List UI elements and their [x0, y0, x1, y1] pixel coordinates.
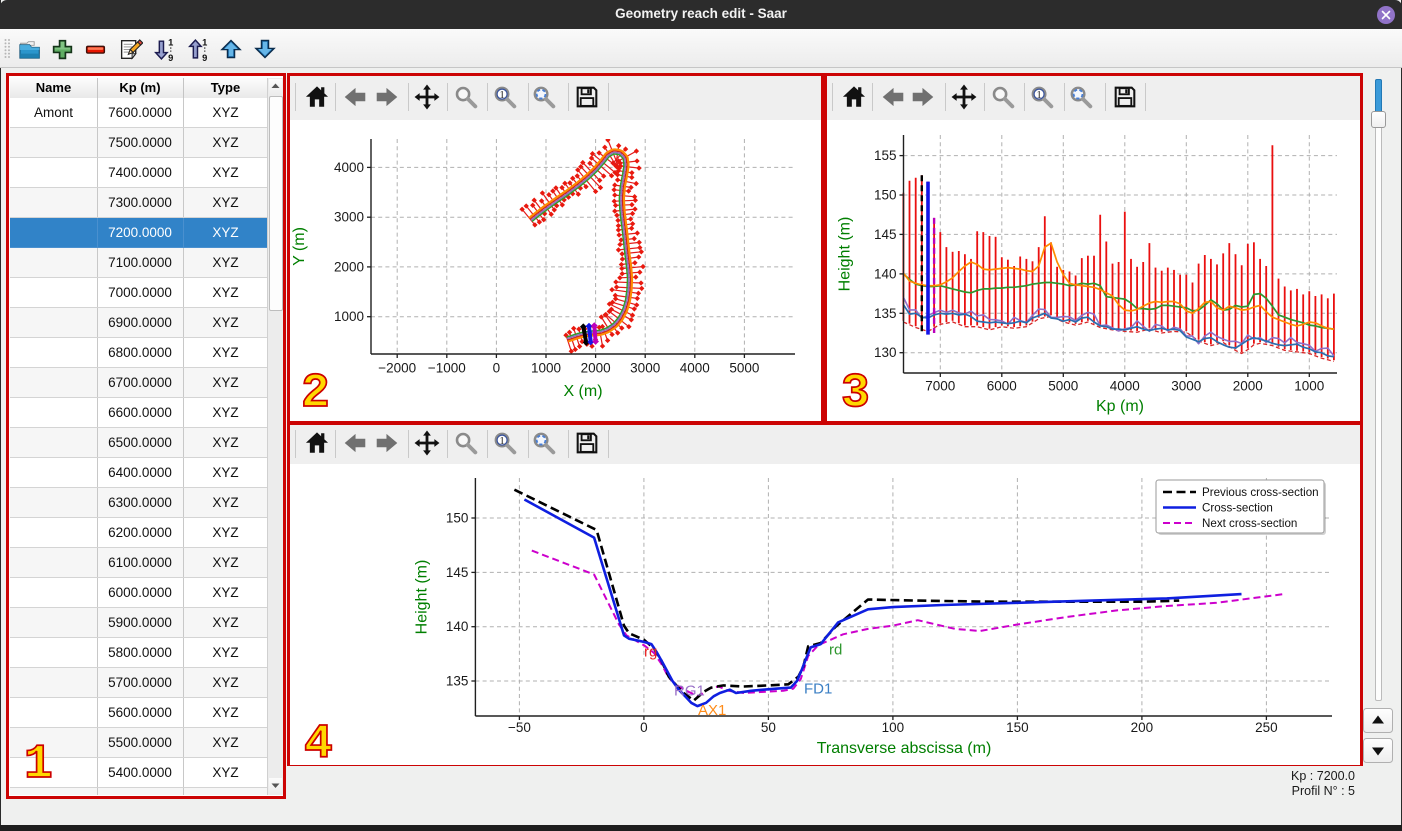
svg-text:6000: 6000	[987, 379, 1017, 394]
svg-text:5000: 5000	[729, 361, 759, 376]
svg-text:1: 1	[499, 435, 504, 447]
svg-text:2000: 2000	[334, 259, 364, 274]
svg-text:RG1: RG1	[674, 683, 705, 700]
svg-text:−2000: −2000	[378, 361, 416, 376]
svg-text:250: 250	[1255, 720, 1278, 735]
svg-text:0: 0	[493, 361, 501, 376]
svg-text:Cross-section: Cross-section	[1202, 502, 1273, 515]
svg-text:Height (m): Height (m)	[413, 560, 430, 635]
svg-text:9: 9	[168, 53, 173, 62]
svg-text:5000: 5000	[1048, 379, 1078, 394]
svg-text:200: 200	[1131, 720, 1154, 735]
svg-text:140: 140	[874, 266, 897, 281]
svg-text:1: 1	[168, 37, 173, 47]
svg-text:FD1: FD1	[804, 681, 832, 698]
svg-text:135: 135	[874, 306, 897, 321]
svg-text:4000: 4000	[680, 361, 710, 376]
svg-text:150: 150	[446, 511, 469, 526]
svg-text:4000: 4000	[334, 160, 364, 175]
svg-text:3: 3	[841, 367, 870, 421]
svg-text:4: 4	[304, 718, 333, 765]
svg-text:9: 9	[202, 53, 207, 62]
svg-text:100: 100	[882, 720, 905, 735]
svg-text:1: 1	[202, 37, 207, 47]
svg-text:Transverse abscissa (m): Transverse abscissa (m)	[817, 740, 992, 757]
svg-text:Next cross-section: Next cross-section	[1202, 517, 1297, 530]
svg-text:2: 2	[301, 367, 330, 421]
svg-text:0: 0	[640, 720, 648, 735]
svg-text:rd: rd	[829, 642, 842, 659]
svg-text:1: 1	[1036, 89, 1041, 101]
svg-text:130: 130	[874, 345, 897, 360]
svg-text:−50: −50	[508, 720, 531, 735]
svg-text:rg: rg	[644, 644, 657, 661]
svg-text:145: 145	[446, 565, 469, 580]
svg-text:X (m): X (m)	[563, 383, 602, 400]
svg-text:135: 135	[446, 674, 469, 689]
svg-text:145: 145	[874, 227, 897, 242]
svg-text:Y (m): Y (m)	[291, 227, 308, 266]
svg-text:4000: 4000	[1110, 379, 1140, 394]
svg-text:50: 50	[761, 720, 776, 735]
svg-text:3000: 3000	[1171, 379, 1201, 394]
svg-text:2000: 2000	[1233, 379, 1263, 394]
svg-text:3000: 3000	[334, 210, 364, 225]
svg-text:1000: 1000	[334, 309, 364, 324]
svg-text:2000: 2000	[581, 361, 611, 376]
svg-text:1: 1	[499, 89, 504, 101]
svg-text:140: 140	[446, 619, 469, 634]
svg-text:Height (m): Height (m)	[837, 217, 854, 292]
svg-text:7000: 7000	[925, 379, 955, 394]
svg-text:1000: 1000	[531, 361, 561, 376]
svg-text:Kp (m): Kp (m)	[1096, 398, 1144, 415]
svg-text:150: 150	[1006, 720, 1029, 735]
svg-text:150: 150	[874, 188, 897, 203]
svg-text:155: 155	[874, 148, 897, 163]
svg-text:Previous cross-section: Previous cross-section	[1202, 486, 1319, 499]
svg-text:−1000: −1000	[428, 361, 466, 376]
svg-text:3000: 3000	[630, 361, 660, 376]
svg-text:1000: 1000	[1294, 379, 1324, 394]
